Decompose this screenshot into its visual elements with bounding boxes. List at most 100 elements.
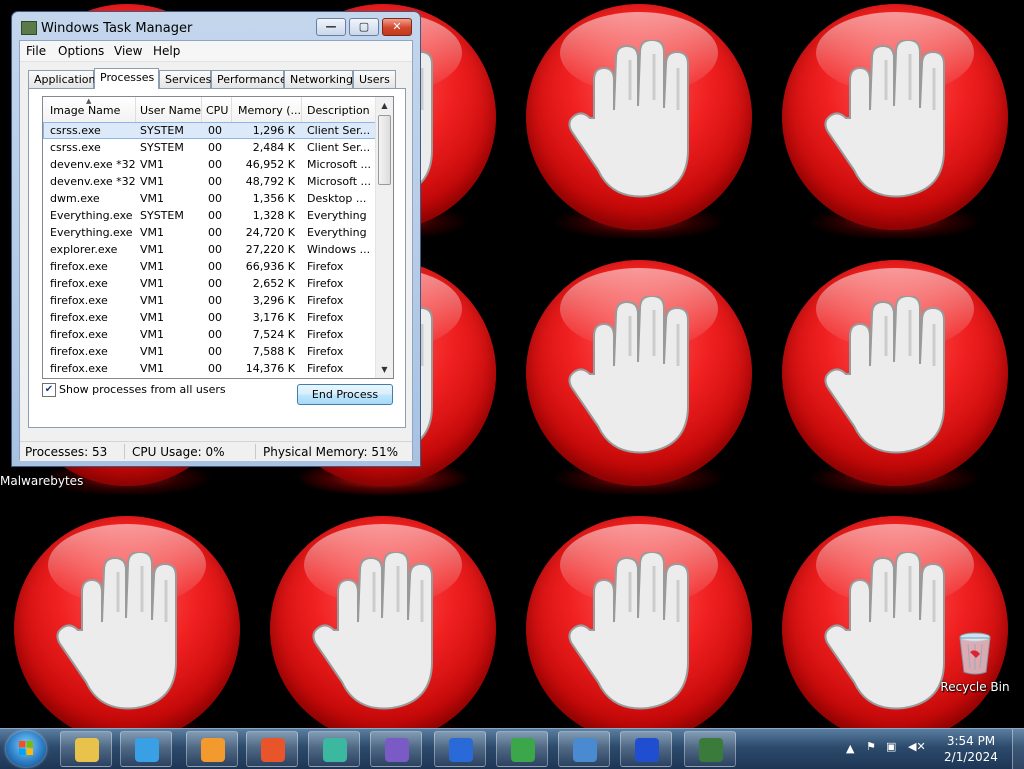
scroll-thumb[interactable]	[378, 115, 391, 185]
table-row[interactable]: firefox.exe VM1 00 7,524 K Firefox	[43, 326, 376, 343]
cell-name: firefox.exe	[50, 328, 108, 341]
column-memory[interactable]: Memory (...	[238, 104, 301, 117]
taskbar-button[interactable]	[496, 731, 548, 767]
system-clock[interactable]: 3:54 PM 2/1/2024	[940, 733, 1002, 765]
taskbar-button[interactable]	[370, 731, 422, 767]
cell-description: Firefox	[307, 311, 344, 324]
taskbar-button[interactable]	[684, 731, 736, 767]
table-row[interactable]: firefox.exe VM1 00 3,176 K Firefox	[43, 309, 376, 326]
cell-description: Firefox	[307, 294, 344, 307]
column-description[interactable]: Description	[307, 104, 370, 117]
tab-performance[interactable]: Performance	[211, 70, 287, 88]
column-image-name[interactable]: Image Name	[50, 104, 120, 117]
cell-memory: 3,176 K	[252, 311, 295, 324]
show-all-users-checkbox[interactable]: ✔	[42, 383, 56, 397]
close-button[interactable]: ✕	[382, 18, 412, 36]
menu-view[interactable]: View	[114, 44, 142, 58]
desktop-icon-recycle-bin[interactable]: Recycle Bin	[940, 630, 1010, 694]
cell-name: Everything.exe	[50, 209, 133, 222]
taskbar-button[interactable]	[308, 731, 360, 767]
cell-cpu: 00	[208, 192, 222, 205]
menu-bar: File Options View Help	[20, 41, 412, 62]
cell-memory: 1,328 K	[252, 209, 295, 222]
stop-hand-tile	[782, 516, 1008, 752]
menu-file[interactable]: File	[26, 44, 46, 58]
table-row[interactable]: Everything.exe VM1 00 24,720 K Everything	[43, 224, 376, 241]
scroll-up-icon[interactable]: ▲	[376, 97, 393, 114]
tab-users[interactable]: Users	[353, 70, 396, 88]
cell-cpu: 00	[208, 124, 222, 137]
cell-name: csrss.exe	[50, 141, 101, 154]
table-row[interactable]: firefox.exe VM1 00 66,936 K Firefox	[43, 258, 376, 275]
column-user-name[interactable]: User Name	[140, 104, 201, 117]
table-row[interactable]: devenv.exe *32 VM1 00 46,952 K Microsoft ...	[43, 156, 376, 173]
cell-cpu: 00	[208, 158, 222, 171]
cell-memory: 7,588 K	[252, 345, 295, 358]
window-body: File Options View Help Applications Proc…	[19, 40, 413, 461]
tab-applications[interactable]: Applications	[28, 70, 101, 88]
maximize-icon: ▢	[358, 20, 370, 33]
taskbar-button[interactable]	[186, 731, 238, 767]
table-row[interactable]: dwm.exe VM1 00 1,356 K Desktop ...	[43, 190, 376, 207]
tab-services[interactable]: Services	[159, 70, 211, 88]
taskbar-button[interactable]	[60, 731, 112, 767]
network-icon[interactable]: ▣	[886, 740, 896, 753]
clock-time: 3:54 PM	[946, 734, 996, 748]
stop-hand-tile	[782, 4, 1008, 240]
column-cpu[interactable]: CPU	[206, 104, 228, 117]
cell-cpu: 00	[208, 362, 222, 375]
stop-hand-tile	[782, 260, 1008, 496]
cell-user: SYSTEM	[140, 141, 184, 154]
action-center-flag-icon[interactable]: ⚑	[866, 740, 876, 753]
volume-muted-icon[interactable]: ◀✕	[908, 740, 926, 753]
cell-description: Firefox	[307, 345, 344, 358]
cell-user: VM1	[140, 243, 165, 256]
cell-user: VM1	[140, 158, 165, 171]
cell-name: csrss.exe	[50, 124, 101, 137]
process-list[interactable]: ▲ Image Name User Name CPU Memory (... D…	[42, 96, 394, 379]
cell-user: VM1	[140, 311, 165, 324]
cell-description: Everything	[307, 209, 367, 222]
desktop-icon-malwarebytes[interactable]: Malwarebytes	[0, 474, 83, 488]
malwarebytes-icon	[635, 738, 659, 762]
end-process-button[interactable]: End Process	[297, 384, 393, 405]
cell-name: Everything.exe	[50, 226, 133, 239]
taskbar-button[interactable]	[558, 731, 610, 767]
table-row[interactable]: csrss.exe SYSTEM 00 1,296 K Client Ser...	[43, 122, 376, 139]
show-desktop-button[interactable]	[1012, 729, 1024, 769]
table-row[interactable]: devenv.exe *32 VM1 00 48,792 K Microsoft ...	[43, 173, 376, 190]
status-physical-memory: Physical Memory: 51%	[263, 445, 399, 459]
taskbar-button[interactable]	[434, 731, 486, 767]
menu-help[interactable]: Help	[153, 44, 180, 58]
vertical-scrollbar[interactable]: ▲ ▼	[375, 97, 393, 378]
table-row[interactable]: firefox.exe VM1 00 7,588 K Firefox	[43, 343, 376, 360]
visual-studio-icon	[385, 738, 409, 762]
stop-hand-tile	[270, 516, 496, 752]
minimize-button[interactable]: —	[316, 18, 346, 36]
taskbar-button[interactable]	[120, 731, 172, 767]
tab-processes[interactable]: Processes	[94, 68, 159, 89]
malwarebytes-icon	[449, 738, 473, 762]
cell-cpu: 00	[208, 260, 222, 273]
menu-options[interactable]: Options	[58, 44, 104, 58]
cell-memory: 27,220 K	[245, 243, 295, 256]
table-row[interactable]: explorer.exe VM1 00 27,220 K Windows ...	[43, 241, 376, 258]
table-row[interactable]: csrss.exe SYSTEM 00 2,484 K Client Ser...	[43, 139, 376, 156]
cell-user: VM1	[140, 260, 165, 273]
table-row[interactable]: firefox.exe VM1 00 14,376 K Firefox	[43, 360, 376, 377]
taskbar-button[interactable]	[246, 731, 298, 767]
cell-name: dwm.exe	[50, 192, 100, 205]
table-row[interactable]: firefox.exe VM1 00 3,296 K Firefox	[43, 292, 376, 309]
start-button[interactable]	[6, 731, 46, 767]
maximize-button[interactable]: ▢	[349, 18, 379, 36]
cell-memory: 2,652 K	[252, 277, 295, 290]
show-hidden-icons-icon[interactable]: ▲	[846, 742, 854, 755]
table-row[interactable]: firefox.exe VM1 00 2,652 K Firefox	[43, 275, 376, 292]
taskbar-button[interactable]	[620, 731, 672, 767]
scroll-down-icon[interactable]: ▼	[376, 361, 393, 378]
cell-user: VM1	[140, 226, 165, 239]
table-row[interactable]: Everything.exe SYSTEM 00 1,328 K Everything	[43, 207, 376, 224]
tab-networking[interactable]: Networking	[284, 70, 353, 88]
cell-description: Firefox	[307, 277, 344, 290]
clock-date: 2/1/2024	[944, 750, 998, 764]
